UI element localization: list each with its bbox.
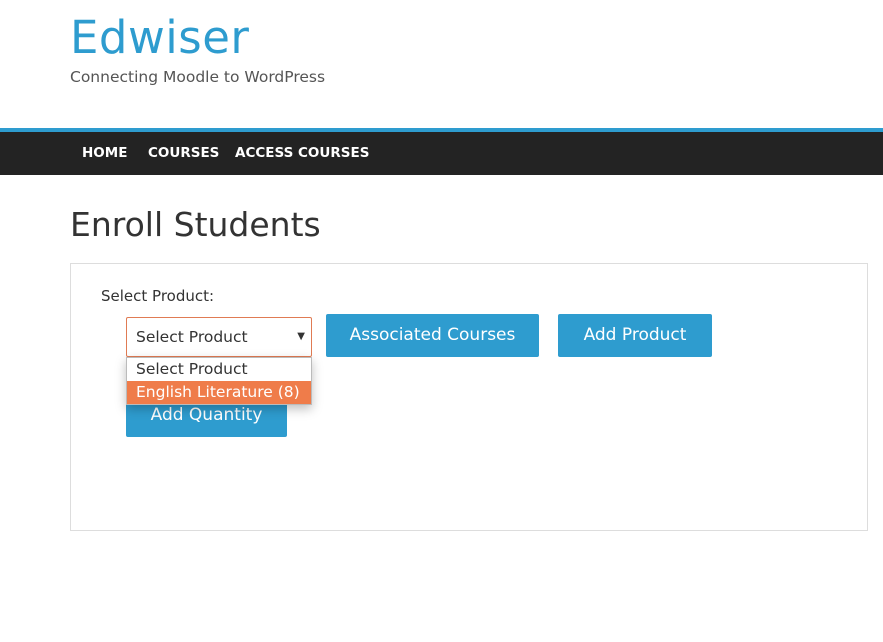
main-navigation: HOME COURSES ACCESS COURSES bbox=[0, 132, 883, 175]
chevron-down-icon: ▼ bbox=[297, 331, 305, 342]
product-select[interactable]: Select Product ▼ bbox=[126, 317, 312, 357]
nav-item-courses[interactable]: COURSES bbox=[148, 132, 219, 175]
associated-courses-button[interactable]: Associated Courses bbox=[326, 314, 539, 357]
dropdown-option-select-product[interactable]: Select Product bbox=[127, 358, 311, 381]
select-product-label: Select Product: bbox=[101, 287, 215, 305]
product-dropdown-list: Select Product English Literature (8) bbox=[126, 357, 312, 405]
site-title[interactable]: Edwiser bbox=[70, 10, 249, 66]
add-product-button[interactable]: Add Product bbox=[558, 314, 712, 357]
dropdown-option-english-literature[interactable]: English Literature (8) bbox=[127, 381, 311, 404]
nav-item-access-courses[interactable]: ACCESS COURSES bbox=[235, 132, 369, 175]
site-tagline: Connecting Moodle to WordPress bbox=[70, 68, 326, 86]
site-header: Edwiser Connecting Moodle to WordPress bbox=[0, 0, 883, 129]
product-select-value: Select Product bbox=[136, 328, 248, 346]
page-title: Enroll Students bbox=[70, 205, 321, 244]
nav-item-home[interactable]: HOME bbox=[82, 132, 127, 175]
